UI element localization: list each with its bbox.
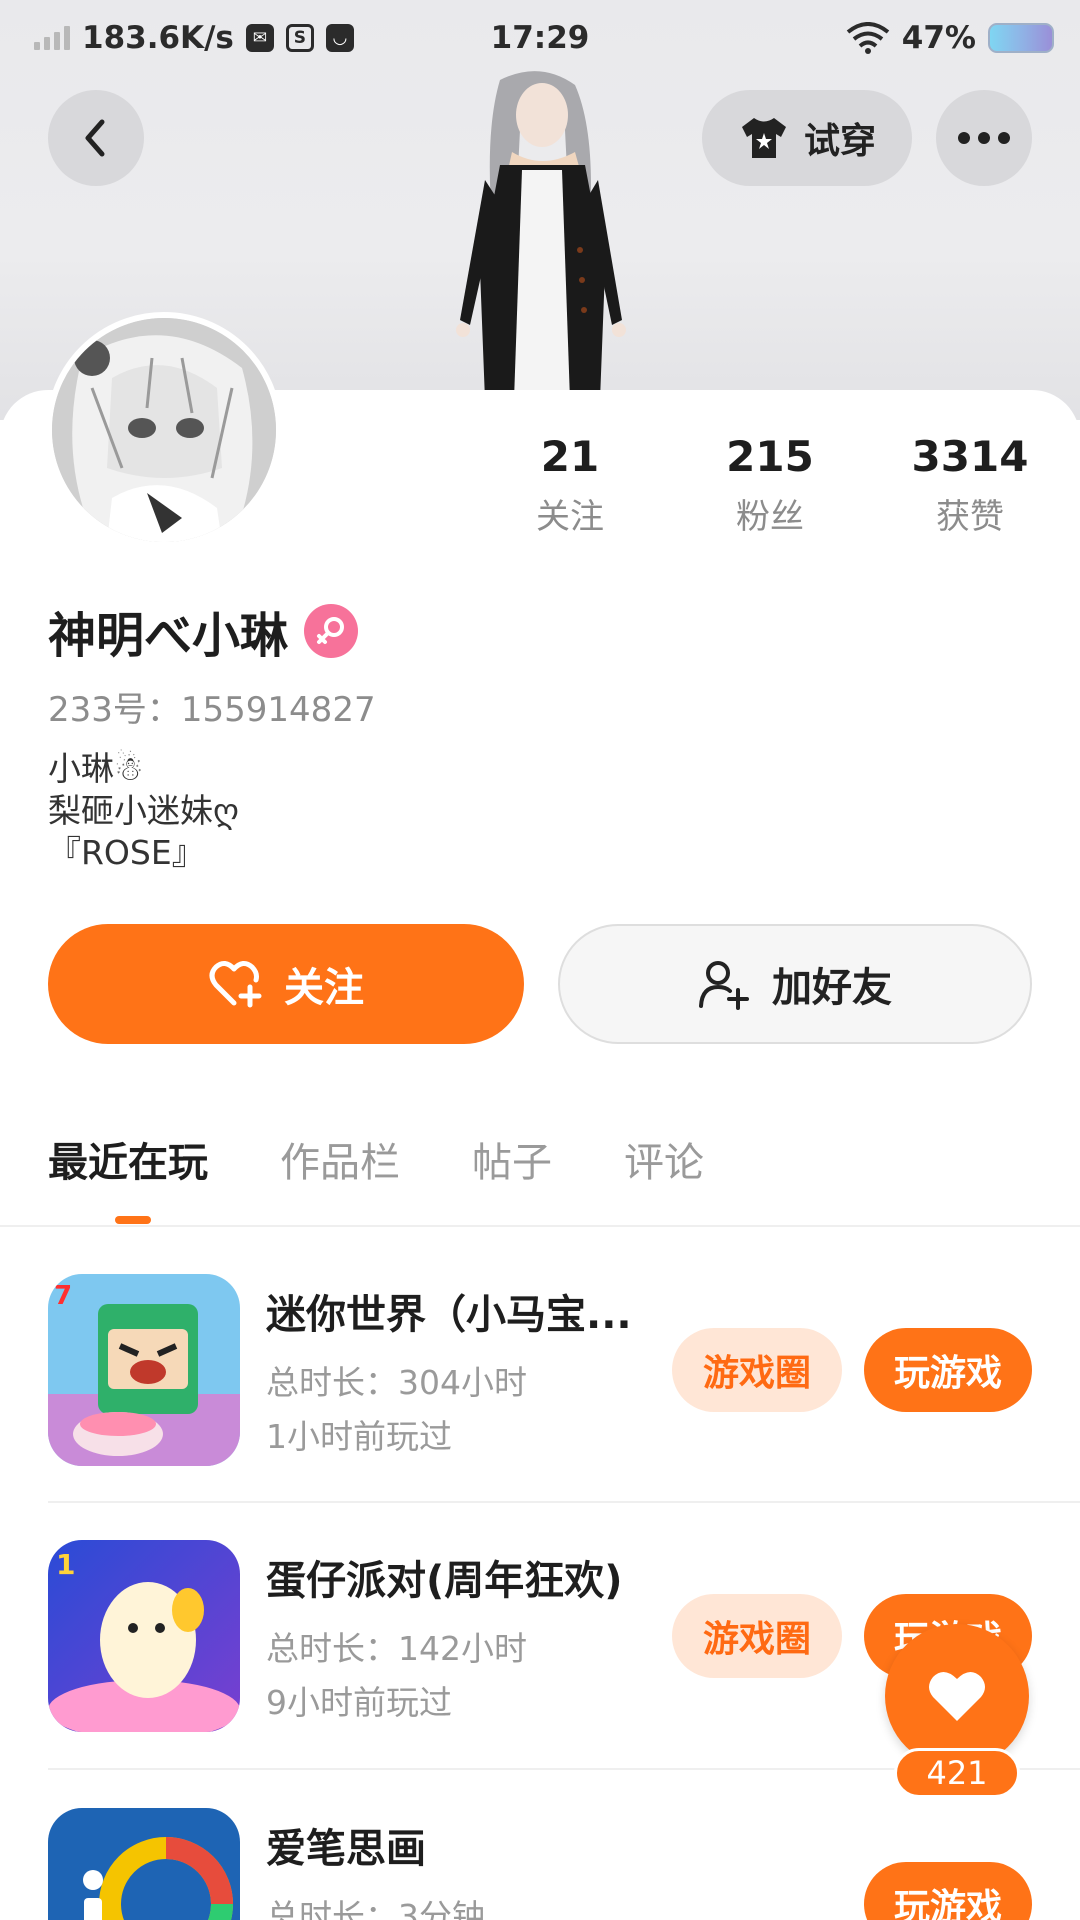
game-circle-button[interactable]: 游戏圈: [672, 1328, 842, 1412]
signal-icon: [34, 26, 70, 50]
avatar[interactable]: [46, 312, 282, 548]
add-friend-button[interactable]: 加好友: [558, 924, 1032, 1044]
more-button[interactable]: [936, 90, 1032, 186]
list-item[interactable]: 爱笔思画 总时长：3分钟 玩游戏: [48, 1808, 1032, 1920]
svg-text:7: 7: [54, 1281, 72, 1311]
like-button[interactable]: [885, 1624, 1029, 1768]
user-id: 233号：155914827: [48, 690, 376, 730]
more-icon: [958, 132, 1010, 144]
game-icon-eggy-party: 1: [48, 1540, 240, 1732]
game-total-time: 总时长：142小时: [266, 1629, 527, 1668]
game-total-time: 总时长：304小时: [266, 1363, 527, 1402]
battery-icon: [988, 23, 1054, 53]
back-button[interactable]: [48, 90, 144, 186]
game-circle-button[interactable]: 游戏圈: [672, 1594, 842, 1678]
divider: [48, 1501, 1080, 1503]
profile-tabs: 最近在玩 作品栏 帖子 评论: [48, 1130, 704, 1188]
status-bar: 183.6K/s ✉ S ◡ 17:29 47%: [0, 0, 1080, 76]
divider: [0, 1225, 1080, 1227]
user-name: 神明べ小琳: [48, 608, 289, 664]
game-total-time: 总时长：3分钟: [266, 1897, 485, 1920]
tab-posts[interactable]: 帖子: [472, 1130, 552, 1188]
game-last-played: 9小时前玩过: [266, 1683, 452, 1722]
try-on-button[interactable]: 试穿: [702, 90, 912, 186]
bio-line: 梨砸小迷妹ღ: [48, 791, 239, 830]
profile-stats: 21 关注 215 粉丝 3314 获赞: [470, 432, 1070, 538]
stat-followers[interactable]: 215 粉丝: [670, 432, 870, 538]
play-game-button[interactable]: 玩游戏: [864, 1862, 1032, 1920]
network-speed: 183.6K/s: [82, 20, 234, 56]
tab-works[interactable]: 作品栏: [280, 1130, 400, 1188]
female-icon: [304, 604, 359, 658]
tab-recently-played[interactable]: 最近在玩: [48, 1130, 208, 1188]
user-bio: 小琳☃ 梨砸小迷妹ღ 『ROSE』: [48, 748, 239, 874]
wifi-icon: [846, 22, 890, 54]
heart-icon: [929, 1671, 985, 1721]
stat-value: 21: [540, 432, 600, 481]
list-item[interactable]: 7 迷你世界（小马宝... 总时长：304小时 1小时前玩过 游戏圈 玩游戏: [48, 1274, 1032, 1466]
try-on-label: 试穿: [803, 121, 876, 162]
follow-button[interactable]: 关注: [48, 924, 524, 1044]
game-icon-mini-world: 7: [48, 1274, 240, 1466]
game-last-played: 1小时前玩过: [266, 1417, 452, 1456]
mail-notification-icon: ✉: [245, 24, 274, 52]
stat-likes[interactable]: 3314 获赞: [870, 432, 1070, 538]
bio-line: 『ROSE』: [48, 833, 205, 872]
clock: 17:29: [490, 20, 590, 56]
heart-plus-icon: [209, 961, 262, 1008]
back-icon: [85, 119, 105, 157]
svg-text:1: 1: [56, 1548, 75, 1581]
bio-line: 小琳☃: [48, 749, 144, 788]
add-friend-label: 加好友: [772, 965, 892, 1011]
play-game-button[interactable]: 玩游戏: [864, 1328, 1032, 1412]
stat-value: 215: [726, 432, 814, 481]
game-title: 迷你世界（小马宝...: [266, 1292, 632, 1338]
battery-percent: 47%: [901, 20, 976, 56]
stat-label: 关注: [536, 497, 604, 537]
stat-label: 粉丝: [736, 497, 804, 537]
tshirt-icon: [741, 118, 786, 158]
game-title: 爱笔思画: [266, 1826, 426, 1872]
game-icon-ibis-paint: [48, 1808, 240, 1920]
active-tab-indicator: [115, 1216, 151, 1224]
add-user-icon: [699, 961, 749, 1010]
avatar-image: [52, 318, 276, 542]
game-title: 蛋仔派对(周年狂欢): [266, 1558, 623, 1604]
stat-label: 获赞: [936, 497, 1004, 537]
like-count: 421: [894, 1748, 1020, 1798]
name-row: 神明べ小琳: [48, 596, 359, 666]
message-notification-icon: ◡: [325, 24, 354, 52]
stat-value: 3314: [911, 432, 1029, 481]
tab-comments[interactable]: 评论: [624, 1130, 704, 1188]
follow-label: 关注: [284, 965, 364, 1011]
avatar-3d-figure: [456, 71, 626, 400]
stat-following[interactable]: 21 关注: [470, 432, 670, 538]
app-notification-icon: S: [285, 24, 314, 52]
